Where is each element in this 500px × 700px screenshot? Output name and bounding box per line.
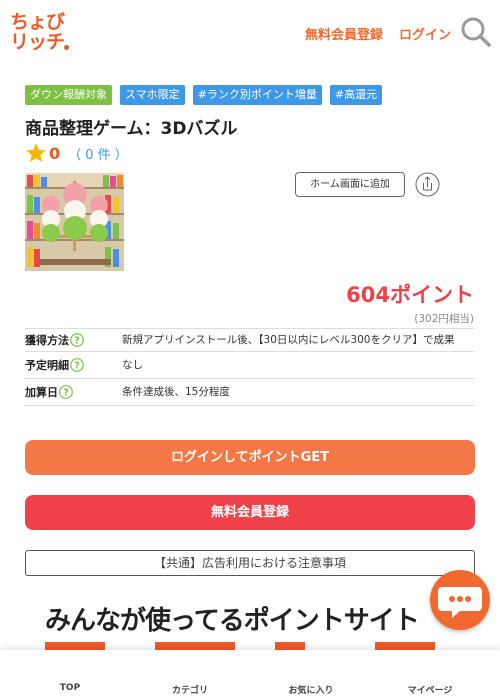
page: ちょび リッチ 無料会員登録 ログイン ダウン報酬対象 スマホ限定 #ランク別ポ…	[0, 0, 500, 700]
info-label: 加算日	[25, 386, 58, 399]
svg-text:?: ?	[74, 335, 80, 346]
thumbnail-art	[25, 173, 124, 271]
tag-high-return[interactable]: #高還元	[329, 85, 383, 105]
info-table: 獲得方法 ? 新規アプリインストール後、【30日以内にレベル300をクリア】で成…	[25, 328, 475, 406]
help-icon[interactable]: ?	[59, 385, 73, 399]
points-value: 604ポイント	[346, 283, 474, 307]
tag-down-reward[interactable]: ダウン報酬対象	[25, 85, 112, 105]
nav-favorites[interactable]: お気に入り	[271, 683, 351, 696]
banner-logo-art	[45, 642, 435, 650]
nav-top[interactable]: TOP	[30, 683, 110, 693]
info-value: なし	[122, 359, 143, 371]
search-icon[interactable]	[460, 16, 492, 48]
info-row-schedule: 予定明細 ? なし	[25, 352, 475, 379]
tag-rank-bonus[interactable]: #ランク別ポイント増量	[192, 85, 322, 105]
help-icon[interactable]: ?	[70, 333, 84, 347]
login-get-points-button[interactable]: ログインしてポイントGET	[25, 440, 475, 475]
free-register-button[interactable]: 無料会員登録	[25, 495, 475, 530]
rating-value: 0	[49, 143, 61, 163]
header: ちょび リッチ 無料会員登録 ログイン	[0, 0, 500, 66]
logo-line1: ちょび	[10, 11, 65, 33]
rating: 0 （ 0 件 ）	[25, 142, 128, 164]
logo-dot	[64, 45, 69, 50]
add-to-home-button[interactable]: ホーム画面に追加	[295, 172, 405, 197]
svg-text:?: ?	[74, 360, 80, 371]
tag-list: ダウン報酬対象 スマホ限定 #ランク別ポイント増量 #高還元	[25, 85, 383, 105]
ad-notice-button[interactable]: 【共通】広告利用における注意事項	[25, 550, 475, 576]
chat-icon	[438, 587, 482, 618]
info-label: 獲得方法	[25, 334, 69, 347]
app-thumbnail	[25, 173, 124, 271]
header-register-link[interactable]: 無料会員登録	[305, 24, 383, 43]
help-icon[interactable]: ?	[70, 358, 84, 372]
chobirich-logo[interactable]: ちょび リッチ	[10, 12, 72, 54]
share-icon[interactable]	[415, 172, 440, 197]
nav-category[interactable]: カテゴリ	[150, 683, 230, 696]
page-title: 商品整理ゲーム：3Dバズル	[25, 119, 238, 139]
bottom-nav: TOP カテゴリ お気に入り マイページ	[0, 650, 500, 700]
nav-mypage[interactable]: マイページ	[390, 683, 470, 696]
header-login-link[interactable]: ログイン	[399, 24, 451, 43]
info-value: 新規アプリインストール後、【30日以内にレベル300をクリア】で成果	[122, 334, 455, 346]
info-row-credit-date: 加算日 ? 条件達成後、15分程度	[25, 379, 475, 406]
info-value: 条件達成後、15分程度	[122, 386, 230, 398]
tag-smartphone-only[interactable]: スマホ限定	[120, 85, 185, 105]
star-icon	[26, 143, 46, 162]
svg-text:?: ?	[63, 387, 69, 398]
review-count-link[interactable]: （ 0 件 ）	[68, 144, 128, 163]
points-block: 604ポイント (302円相当)	[346, 279, 474, 326]
info-label: 予定明細	[25, 359, 69, 372]
points-yen-equivalent: (302円相当)	[414, 313, 474, 325]
info-row-acquire-method: 獲得方法 ? 新規アプリインストール後、【30日以内にレベル300をクリア】で成…	[25, 329, 475, 352]
logo-line2: リッチ	[10, 31, 65, 53]
chat-support-button[interactable]	[430, 570, 490, 630]
